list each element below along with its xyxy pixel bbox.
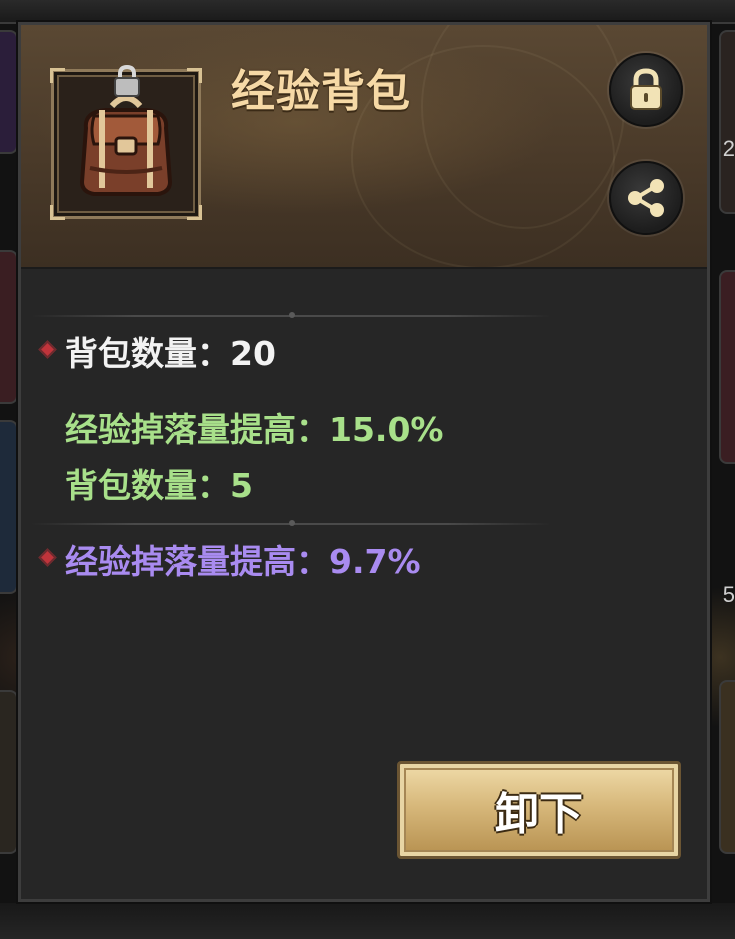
background-slot <box>0 690 18 854</box>
section-divider <box>31 520 551 526</box>
base-stat: 背包数量：20 <box>65 334 276 373</box>
background-slot <box>719 30 735 214</box>
share-button[interactable] <box>609 161 683 235</box>
background-slot <box>719 680 735 854</box>
background-digit: 5 <box>722 582 735 607</box>
section-divider <box>31 312 551 318</box>
background-top-bar <box>0 0 735 24</box>
lock-button[interactable] <box>609 53 683 127</box>
screen: 2 5 经验背包 背包数量：20 经验掉落量提高：15.0% 背包数量：5 经验… <box>0 0 735 939</box>
item-detail-panel: 经验背包 背包数量：20 经验掉落量提高：15.0% 背包数量：5 经验掉落量提… <box>18 22 710 902</box>
item-header: 经验背包 <box>21 25 707 269</box>
background-slot <box>0 420 18 594</box>
background-slot <box>0 30 18 154</box>
random-stat: 经验掉落量提高：9.7% <box>65 542 421 581</box>
item-name: 经验背包 <box>231 66 411 117</box>
bonus-stat: 背包数量：5 <box>65 466 253 505</box>
background-slot <box>719 270 735 464</box>
lock-icon <box>630 68 662 110</box>
share-icon <box>628 179 664 217</box>
bullet-diamond-icon <box>38 548 57 567</box>
bullet-diamond-icon <box>38 340 57 359</box>
background-slot <box>0 250 18 404</box>
item-icon-frame <box>50 64 202 220</box>
background-bottom-bar <box>0 903 735 939</box>
unequip-button[interactable]: 卸下 <box>397 761 681 859</box>
padlock-icon <box>114 64 140 97</box>
unequip-button-label: 卸下 <box>495 789 583 840</box>
bonus-stat: 经验掉落量提高：15.0% <box>65 410 444 449</box>
background-digit: 2 <box>722 136 735 161</box>
